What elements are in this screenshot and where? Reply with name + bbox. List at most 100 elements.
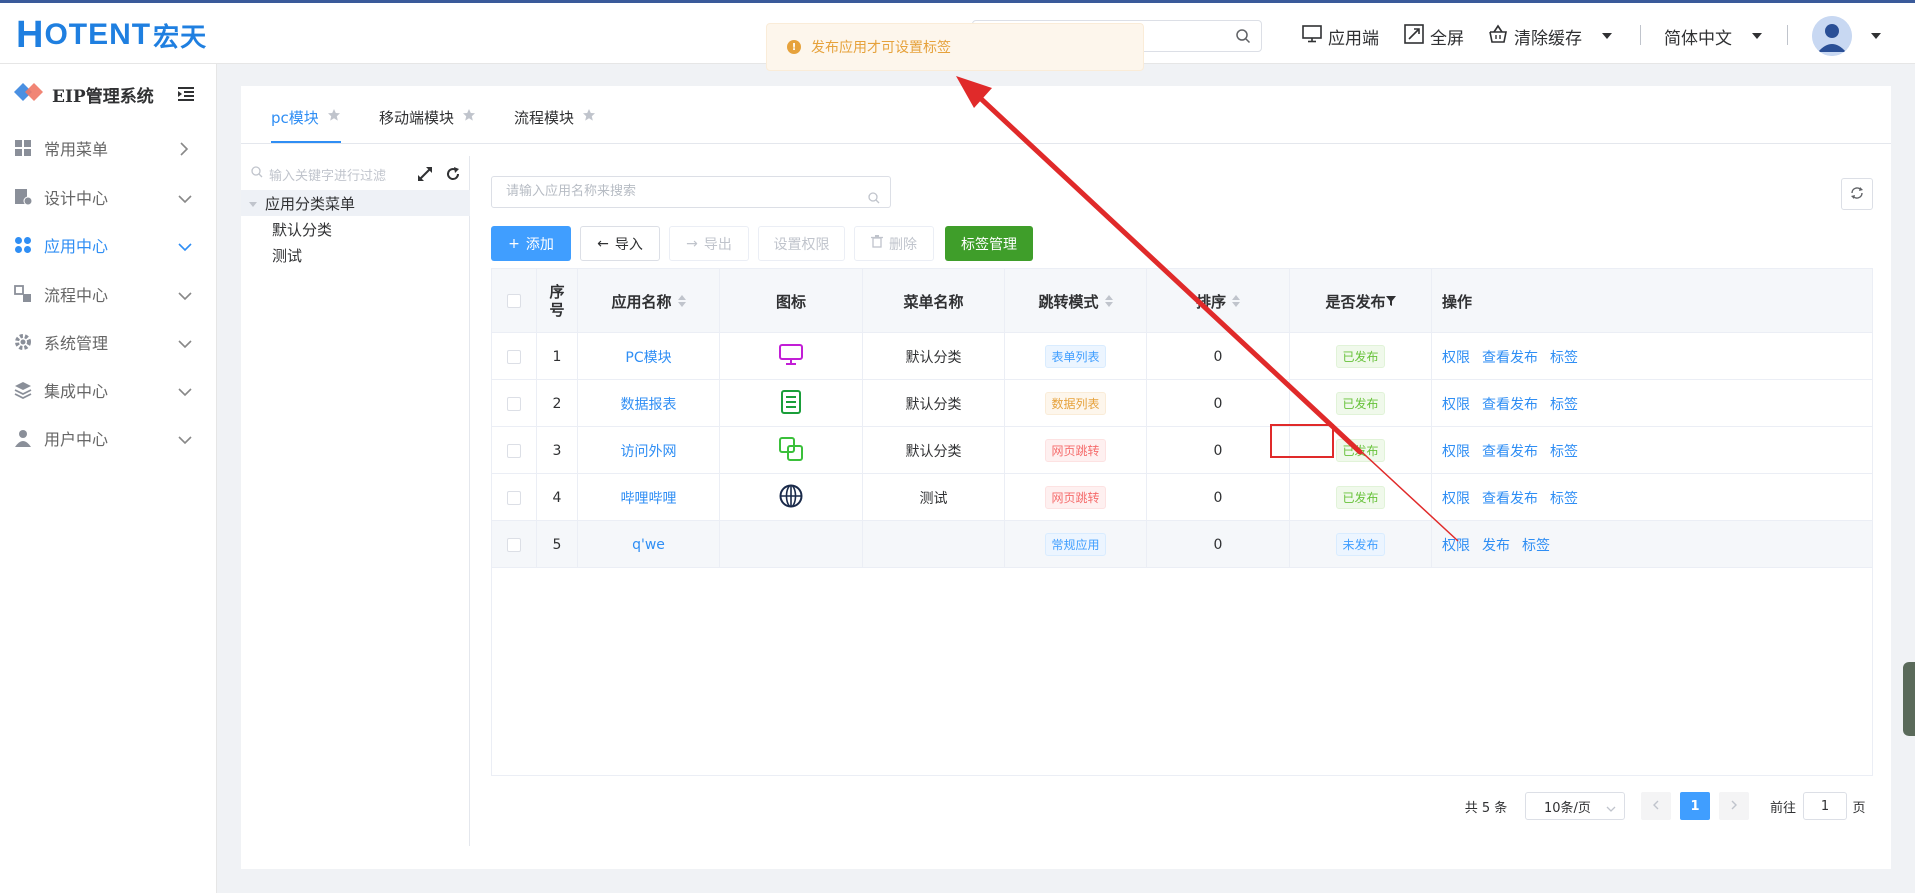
col-sort[interactable]: 排序 <box>1147 269 1290 333</box>
app-search-placeholder: 请输入应用名称来搜索 <box>506 184 637 199</box>
tag-link[interactable]: 标签 <box>1550 441 1578 461</box>
caret-down-icon <box>249 194 257 212</box>
user-avatar[interactable] <box>1812 16 1852 56</box>
language-dropdown[interactable]: 简体中文 <box>1664 23 1762 49</box>
table-refresh-button[interactable] <box>1841 178 1873 210</box>
prev-page-button[interactable] <box>1641 792 1671 820</box>
star-icon[interactable] <box>582 108 596 126</box>
add-button[interactable]: + 添加 <box>491 226 571 261</box>
tag-link[interactable]: 标签 <box>1522 535 1550 555</box>
tree-node-default[interactable]: 默认分类 <box>241 216 470 242</box>
permission-link[interactable]: 权限 <box>1442 347 1470 367</box>
app-client-button[interactable]: 应用端 <box>1302 23 1379 49</box>
app-name-link[interactable]: 数据报表 <box>578 380 720 427</box>
expand-icon[interactable] <box>417 166 433 186</box>
page-size-select[interactable]: 10条/页 <box>1525 792 1625 820</box>
star-icon[interactable] <box>327 108 341 126</box>
permission-link[interactable]: 权限 <box>1442 394 1470 414</box>
layers-icon <box>14 381 32 403</box>
tree-node-test[interactable]: 测试 <box>241 242 470 268</box>
avatar-dropdown-icon[interactable] <box>1871 33 1881 39</box>
arrow-right-icon: → <box>686 235 698 252</box>
sidebar-title-text: EIP管理系统 <box>52 86 154 107</box>
sidebar-item-common-menu[interactable]: 常用菜单 <box>0 126 217 170</box>
app-name-link[interactable]: q'we <box>578 521 720 568</box>
monitor-icon <box>779 343 803 370</box>
view-publish-link[interactable]: 查看发布 <box>1482 488 1538 508</box>
sidebar-item-design-center[interactable]: 设计中心 <box>0 175 217 219</box>
app-name-link[interactable]: 访问外网 <box>578 427 720 474</box>
sort-icon[interactable] <box>1232 295 1240 307</box>
select-all-checkbox[interactable] <box>507 294 521 308</box>
tab-pc-module[interactable]: pc模块 <box>271 106 341 128</box>
sidebar-item-integration-center[interactable]: 集成中心 <box>0 368 217 412</box>
permission-link[interactable]: 权限 <box>1442 535 1470 555</box>
refresh-icon[interactable] <box>445 166 461 186</box>
goto-page-input[interactable]: 1 <box>1803 792 1847 820</box>
logo-cn: 宏天 <box>153 21 208 52</box>
col-published[interactable]: 是否发布 <box>1290 269 1432 333</box>
row-checkbox[interactable] <box>507 490 521 505</box>
chevron-down-icon <box>178 335 192 354</box>
app-search-input[interactable]: 请输入应用名称来搜索 <box>491 176 891 208</box>
col-icon: 图标 <box>720 269 863 333</box>
filter-icon[interactable] <box>1385 292 1396 310</box>
tree-filter-placeholder: 输入关键字进行过滤 <box>269 168 387 184</box>
col-app-name[interactable]: 应用名称 <box>578 269 720 333</box>
view-publish-link[interactable]: 查看发布 <box>1482 394 1538 414</box>
tag-management-button[interactable]: 标签管理 <box>945 226 1033 261</box>
row-checkbox[interactable] <box>507 443 521 458</box>
sort-icon[interactable] <box>1104 295 1113 307</box>
collapse-menu-icon[interactable] <box>178 86 194 105</box>
next-page-button[interactable] <box>1719 792 1749 820</box>
clear-cache-dropdown[interactable]: 清除缓存 <box>1488 23 1612 49</box>
sidebar-item-app-center[interactable]: 应用中心 <box>0 223 217 267</box>
sidebar-item-flow-center[interactable]: 流程中心 <box>0 272 217 316</box>
export-button[interactable]: → 导出 <box>669 226 749 261</box>
row-checkbox[interactable] <box>507 396 521 411</box>
side-floating-widget[interactable] <box>1903 662 1915 736</box>
pagination-total: 共 5 条 <box>1464 800 1508 816</box>
col-sort-label: 排序 <box>1195 292 1226 311</box>
tag-link[interactable]: 标签 <box>1550 394 1578 414</box>
row-checkbox[interactable] <box>507 349 521 364</box>
header-divider <box>1640 25 1641 45</box>
sort-icon[interactable] <box>677 295 686 307</box>
tab-flow-module[interactable]: 流程模块 <box>514 106 596 128</box>
view-publish-link[interactable]: 查看发布 <box>1482 441 1538 461</box>
sidebar-item-system-management[interactable]: 系统管理 <box>0 320 217 364</box>
status-badge: 已发布 <box>1336 392 1385 415</box>
document-icon <box>781 389 801 418</box>
tab-mobile-module[interactable]: 移动端模块 <box>379 106 476 128</box>
jump-mode-cell: 常规应用 <box>1005 521 1147 568</box>
col-actions: 操作 <box>1432 269 1872 333</box>
import-button[interactable]: ← 导入 <box>580 226 660 261</box>
set-permission-label: 设置权限 <box>773 236 830 253</box>
app-name-link[interactable]: PC模块 <box>578 333 720 380</box>
delete-button[interactable]: 删除 <box>854 226 934 261</box>
tree-filter-input[interactable]: 输入关键字进行过滤 <box>251 164 411 184</box>
fullscreen-label: 全屏 <box>1430 28 1464 49</box>
star-icon[interactable] <box>462 108 476 126</box>
jump-mode-cell: 网页跳转 <box>1005 427 1147 474</box>
set-permission-button[interactable]: 设置权限 <box>758 226 845 261</box>
col-jump-mode[interactable]: 跳转模式 <box>1005 269 1147 333</box>
tree-node-root[interactable]: 应用分类菜单 <box>241 190 470 216</box>
sidebar-item-label: 应用中心 <box>44 237 109 256</box>
sidebar-item-user-center[interactable]: 用户中心 <box>0 416 217 460</box>
app-name-link[interactable]: 哔哩哔哩 <box>578 474 720 521</box>
permission-link[interactable]: 权限 <box>1442 488 1470 508</box>
gear-icon <box>14 333 32 355</box>
permission-link[interactable]: 权限 <box>1442 441 1470 461</box>
col-index: 序号 <box>537 269 578 333</box>
view-publish-link[interactable]: 查看发布 <box>1482 347 1538 367</box>
tag-link[interactable]: 标签 <box>1550 488 1578 508</box>
menu-name: 测试 <box>863 474 1005 521</box>
publish-link[interactable]: 发布 <box>1482 535 1510 555</box>
status-badge: 未发布 <box>1336 533 1385 556</box>
fullscreen-button[interactable]: 全屏 <box>1404 23 1464 49</box>
row-index: 4 <box>537 474 578 521</box>
row-checkbox[interactable] <box>507 537 521 552</box>
tag-link[interactable]: 标签 <box>1550 347 1578 367</box>
current-page[interactable]: 1 <box>1680 792 1710 820</box>
